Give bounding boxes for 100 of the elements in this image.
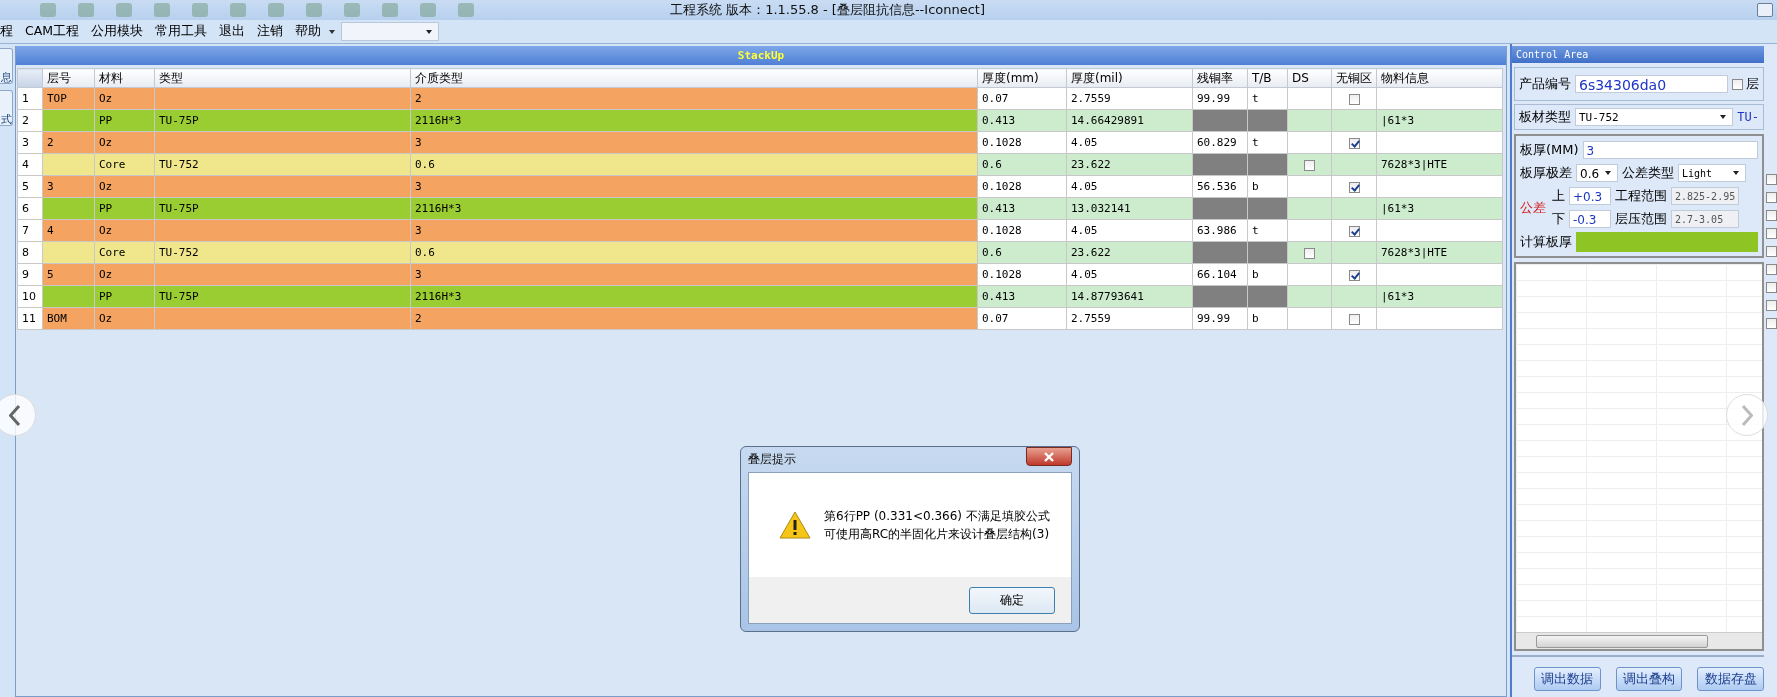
field-label: 上 [1552, 187, 1565, 205]
checkbox[interactable] [1766, 318, 1777, 329]
range-dropdown[interactable]: 0.6 [1576, 164, 1618, 182]
close-button[interactable] [1026, 447, 1072, 466]
table-cell: TU-75P [154, 109, 411, 132]
checkbox[interactable] [1766, 282, 1777, 293]
menu-item[interactable]: 退出 [213, 23, 252, 40]
action-button[interactable]: 数据存盘 [1697, 667, 1764, 691]
horizontal-scrollbar[interactable] [1516, 632, 1762, 649]
row-number: 2 [17, 109, 43, 132]
warning-icon [779, 511, 811, 539]
column-header[interactable]: 厚度(mil) [1066, 68, 1193, 88]
table-cell: TU-752 [154, 241, 411, 264]
table-cell: 0.6 [410, 153, 978, 176]
message-text: 第6行PP (0.331<0.366) 不满足填胶公式 [824, 508, 1050, 525]
checkbox[interactable] [1766, 192, 1777, 203]
table-cell: 0.6 [410, 241, 978, 264]
menu-item[interactable]: 注销 [251, 23, 290, 40]
restore-button[interactable] [1757, 3, 1773, 17]
field-label: 板材类型 [1519, 108, 1571, 126]
field-label: 计算板厚 [1520, 233, 1572, 251]
action-button[interactable]: 调出叠构 [1615, 667, 1683, 691]
dropdown-field[interactable] [341, 22, 440, 41]
checkbox[interactable] [1348, 181, 1360, 193]
checkbox[interactable] [1304, 159, 1315, 171]
tolerance-label: 公差 [1520, 198, 1546, 217]
checkbox-label: 层 [1746, 75, 1759, 93]
chevron-left-icon [9, 404, 21, 426]
row-number: 3 [17, 131, 43, 154]
table-cell: 3 [410, 219, 978, 242]
field-label: 工程范围 [1615, 187, 1667, 205]
table-cell: TU-752 [154, 153, 411, 176]
row-number: 10 [17, 285, 43, 308]
side-tab[interactable]: 式 [0, 90, 13, 126]
ok-button[interactable]: 确定 [969, 586, 1055, 614]
checkbox[interactable] [1732, 78, 1743, 90]
column-header[interactable]: 残铜率 [1192, 68, 1248, 88]
column-header[interactable]: 层号 [42, 68, 95, 88]
column-header[interactable]: 厚度(mm) [977, 68, 1067, 88]
column-header[interactable]: 材料 [94, 68, 155, 88]
thickness-field[interactable]: 3 [1582, 141, 1758, 159]
row-number: 1 [17, 87, 43, 110]
menu-item[interactable]: CAM工程 [19, 23, 86, 40]
product-number-field[interactable]: 6s34306da0 [1575, 75, 1728, 93]
table-cell: TU-75P [154, 285, 411, 308]
previous-button[interactable] [0, 394, 36, 436]
panel-title: Control Area [1512, 46, 1764, 63]
field-label: 下 [1552, 210, 1565, 228]
tolerance-type-dropdown[interactable]: Light [1678, 164, 1746, 182]
window-title: 工程系统 版本：1.1.55.8 - [叠层阻抗信息--Iconnect] [670, 1, 986, 19]
checkbox[interactable] [1348, 137, 1360, 149]
menu-item[interactable]: 程 [0, 23, 19, 40]
field-label: 板厚极差 [1520, 164, 1572, 182]
menu-item[interactable]: 帮助 [289, 23, 328, 40]
checkbox[interactable] [1766, 174, 1777, 185]
column-header[interactable]: 物料信息 [1376, 68, 1503, 88]
header-corner [17, 68, 43, 88]
column-header[interactable]: 介质类型 [410, 68, 978, 88]
table-cell: 3 [410, 175, 978, 198]
table-cell: 3 [410, 131, 978, 154]
table-cell: 2116H*3 [410, 109, 978, 132]
side-tab[interactable]: 息 [0, 48, 13, 84]
row-number: 8 [17, 241, 43, 264]
checkbox[interactable] [1348, 269, 1360, 281]
checkbox[interactable] [1766, 264, 1777, 275]
field-label: 公差类型 [1622, 164, 1674, 182]
row-number: 9 [17, 263, 43, 286]
checkbox[interactable] [1348, 93, 1360, 105]
table-cell: 3 [410, 263, 978, 286]
row-number: 5 [17, 175, 43, 198]
menu-item[interactable]: 常用工具 [149, 23, 214, 40]
range-field: 2.825-2.95 [1671, 187, 1739, 205]
column-header[interactable]: 类型 [154, 68, 411, 88]
checkbox[interactable] [1348, 225, 1360, 237]
checkbox[interactable] [1304, 247, 1315, 259]
lower-tolerance-field[interactable]: -0.3 [1569, 210, 1611, 228]
caret-icon[interactable] [329, 29, 336, 34]
field-value: TU- [1737, 110, 1759, 124]
upper-tolerance-field[interactable]: +0.3 [1569, 187, 1611, 205]
message-text: 可使用高RC的半固化片来设计叠层结构(3) [824, 526, 1050, 543]
table-cell: TU-75P [154, 197, 411, 220]
checkbox[interactable] [1766, 300, 1777, 311]
chevron-right-icon [1741, 404, 1753, 426]
field-label: 板厚(MM) [1520, 141, 1579, 159]
column-header[interactable]: 无铜区 [1331, 68, 1377, 88]
column-header[interactable]: T/B [1247, 68, 1288, 88]
checkbox[interactable] [1766, 246, 1777, 257]
checkbox[interactable] [1766, 228, 1777, 239]
menu-item[interactable]: 公用模块 [85, 23, 150, 40]
row-number: 7 [17, 219, 43, 242]
material-dropdown[interactable]: TU-752 [1575, 108, 1734, 126]
action-button[interactable]: 调出数据 [1534, 667, 1601, 691]
table-cell: 2116H*3 [410, 285, 978, 308]
row-number: 11 [17, 307, 43, 330]
dialog-title: 叠层提示 [748, 451, 796, 468]
checkbox[interactable] [1348, 313, 1360, 325]
close-icon [1043, 450, 1055, 463]
table-cell: 2 [410, 87, 978, 110]
checkbox[interactable] [1766, 210, 1777, 221]
column-header[interactable]: DS [1287, 68, 1332, 88]
